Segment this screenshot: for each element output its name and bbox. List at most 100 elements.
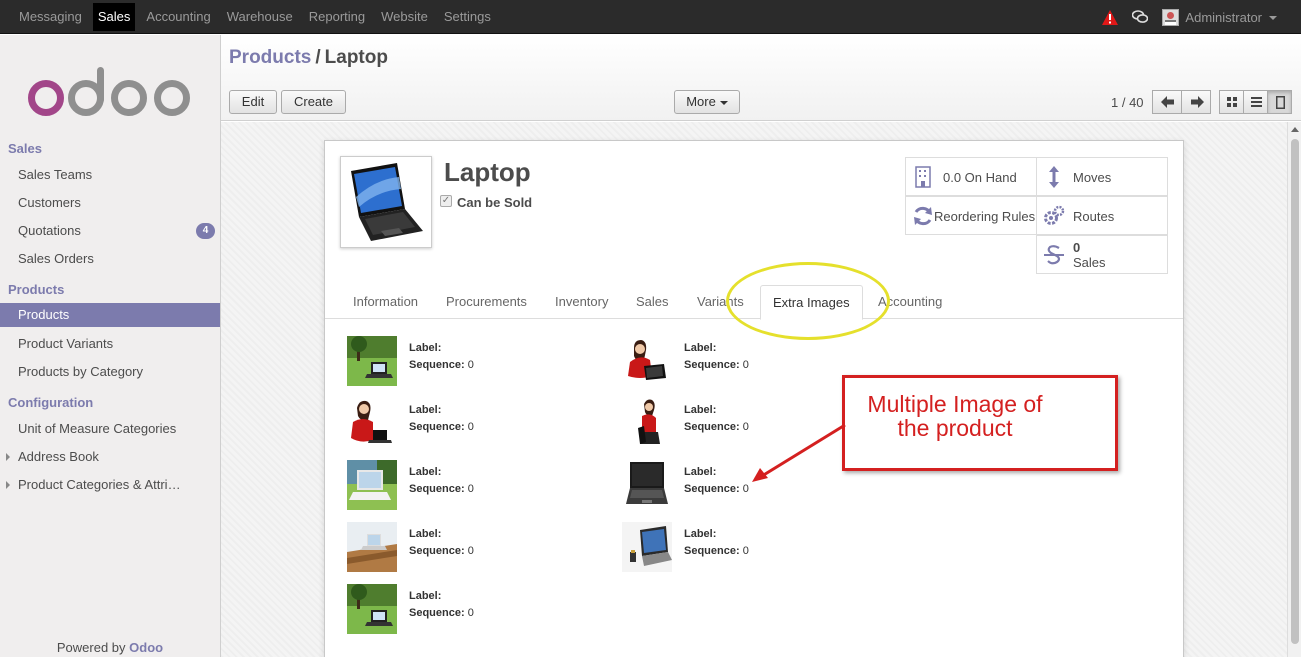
strikethrough-icon [1044,245,1064,265]
sidebar-item-products-by-category[interactable]: Products by Category [0,360,220,384]
on-hand-label: 0.0 On Hand [943,170,1017,185]
powered-by-link[interactable]: Odoo [129,640,163,655]
reordering-rules-button[interactable]: Reordering Rules [905,196,1037,235]
more-label: More [686,94,716,109]
callout-line-2: the product [897,415,1013,441]
sidebar-item-label: Product Categories & Attri… [18,477,181,492]
sales-count: 0 [1073,240,1081,255]
more-dropdown[interactable]: More [674,90,740,114]
highlight-ellipse [726,262,890,340]
extra-image-item[interactable]: Label: Sequence: 0 [347,398,607,450]
extra-image-thumbnail [347,460,397,510]
product-name[interactable]: Laptop [444,157,531,188]
callout-line-1: Multiple Image of [867,391,1043,417]
image-sequence: Sequence: 0 [409,421,474,433]
extra-image-item[interactable]: Label: Sequence: 0 [347,522,607,574]
image-label-caption: Label: [684,342,717,354]
moves-button[interactable]: Moves [1036,157,1168,196]
extra-image-item[interactable]: Label: Sequence: 0 [347,460,607,512]
image-label-caption: Label: [409,528,442,540]
create-button[interactable]: Create [281,90,346,114]
sidebar-item-product-categories[interactable]: Product Categories & Attri… [0,473,220,497]
sequence-caption: Sequence: [409,607,465,619]
scrollbar[interactable] [1287,122,1301,657]
sequence-value: 0 [467,483,474,495]
sidebar-item-products[interactable]: Products [0,303,220,327]
menu-accounting[interactable]: Accounting [141,0,215,34]
image-label-caption: Label: [409,342,442,354]
count-badge: 4 [196,223,215,239]
warning-icon[interactable] [1102,9,1119,25]
section-products: Products [8,282,65,297]
tab-inventory[interactable]: Inventory [555,285,608,319]
sequence-value: 0 [742,545,749,557]
sequence-caption: Sequence: [684,483,740,495]
sequence-value: 0 [742,359,749,371]
extra-image-item[interactable]: Label: Sequence: 0 [622,522,882,574]
menu-reporting[interactable]: Reporting [304,0,370,34]
image-label-caption: Label: [684,528,717,540]
next-button[interactable] [1181,90,1211,114]
top-menu: Messaging Sales Accounting Warehouse Rep… [14,0,502,34]
previous-button[interactable] [1152,90,1182,114]
extra-image-thumbnail [347,584,397,634]
user-menu[interactable]: Administrator [1185,10,1277,25]
can-be-sold-checkbox[interactable]: ✓ [440,195,452,207]
sidebar-item-address-book[interactable]: Address Book [0,445,220,469]
menu-settings[interactable]: Settings [439,0,496,34]
sequence-value: 0 [467,359,474,371]
sidebar-item-customers[interactable]: Customers [0,191,220,215]
sequence-caption: Sequence: [409,359,465,371]
sidebar: Sales Sales Teams Customers Quotations 4… [0,35,221,657]
user-area: Administrator [1102,0,1277,34]
sequence-caption: Sequence: [409,483,465,495]
form-view-button[interactable] [1267,90,1292,114]
menu-sales[interactable]: Sales [92,3,136,31]
extra-image-item[interactable]: Label: Sequence: 0 [347,336,607,388]
edit-button[interactable]: Edit [229,90,277,114]
list-view-button[interactable] [1243,90,1268,114]
image-label-caption: Label: [409,590,442,602]
routes-button[interactable]: Routes [1036,196,1168,235]
image-sequence: Sequence: 0 [684,421,749,433]
on-hand-button[interactable]: 0.0 On Hand [905,157,1037,196]
product-image[interactable] [340,156,432,248]
sidebar-item-sales-orders[interactable]: Sales Orders [0,247,220,271]
chat-icon[interactable] [1132,10,1149,24]
expand-arrow-icon [6,481,10,489]
extra-image-item[interactable]: Label: Sequence: 0 [347,584,607,636]
image-sequence: Sequence: 0 [684,483,749,495]
avatar[interactable] [1162,8,1180,26]
sidebar-item-quotations[interactable]: Quotations 4 [0,219,220,243]
grid-icon [1227,97,1237,107]
laptop-image-icon [351,163,423,241]
image-sequence: Sequence: 0 [684,359,749,371]
sequence-value: 0 [742,421,749,433]
sequence-caption: Sequence: [409,421,465,433]
menu-website[interactable]: Website [376,0,433,34]
sidebar-item-sales-teams[interactable]: Sales Teams [0,163,220,187]
extra-image-thumbnail [622,460,672,510]
tab-information[interactable]: Information [353,285,418,319]
top-navbar: Messaging Sales Accounting Warehouse Rep… [0,0,1301,34]
form-icon [1276,96,1285,109]
kanban-view-button[interactable] [1219,90,1244,114]
sequence-value: 0 [467,607,474,619]
sidebar-item-uom-categories[interactable]: Unit of Measure Categories [0,417,220,441]
sales-button[interactable]: 0 Sales [1036,235,1168,274]
scroll-up-arrow-icon[interactable] [1291,127,1299,132]
breadcrumb-separator: / [315,47,321,68]
tab-procurements[interactable]: Procurements [446,285,527,319]
tab-sales[interactable]: Sales [636,285,669,319]
arrow-left-icon [1161,96,1174,108]
extra-image-thumbnail [347,336,397,386]
scroll-thumb[interactable] [1291,139,1299,644]
sidebar-item-product-variants[interactable]: Product Variants [0,332,220,356]
image-label-caption: Label: [684,404,717,416]
section-configuration: Configuration [8,395,94,410]
breadcrumb-parent[interactable]: Products [229,47,311,68]
menu-messaging[interactable]: Messaging [14,0,87,34]
menu-warehouse[interactable]: Warehouse [222,0,298,34]
sequence-value: 0 [467,421,474,433]
routes-label: Routes [1073,209,1115,224]
